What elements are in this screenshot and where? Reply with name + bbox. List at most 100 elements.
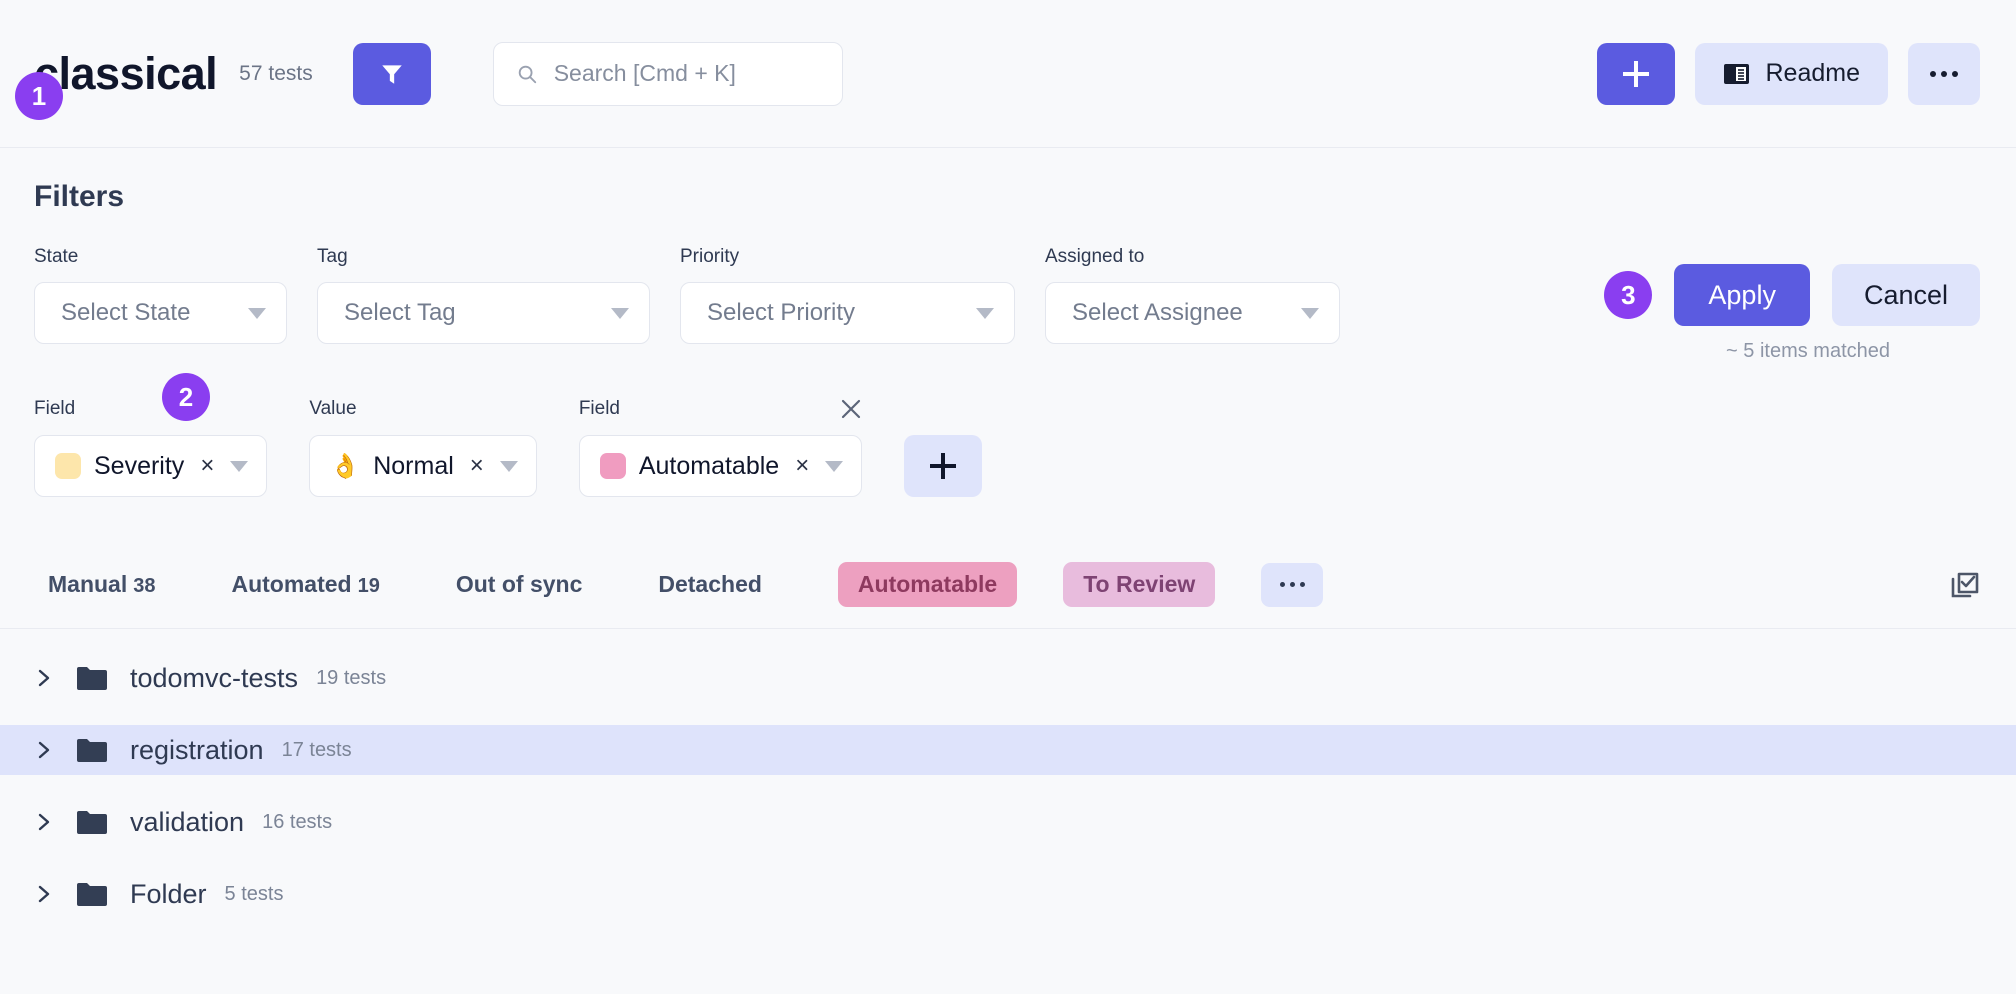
ellipsis-icon: [1289, 582, 1295, 587]
severity-clear-icon[interactable]: ×: [197, 454, 217, 478]
tab-manual-count: 38: [133, 575, 156, 597]
automatable-clear-icon[interactable]: ×: [792, 454, 812, 478]
items-matched-label: ~ 5 items matched: [1726, 340, 1890, 362]
search-input[interactable]: Search [Cmd + K]: [492, 41, 843, 106]
tag-select-value: Select Tag: [344, 299, 456, 326]
priority-select[interactable]: Select Priority: [680, 282, 1015, 344]
filters-heading: Filters: [34, 180, 125, 213]
chevron-down-icon: [1301, 307, 1319, 319]
value-normal-select[interactable]: 👌 Normal ×: [309, 435, 537, 497]
add-condition-button[interactable]: [904, 435, 983, 497]
chevron-right-icon[interactable]: [34, 668, 54, 688]
folder-name: Folder: [130, 878, 207, 909]
filters-panel: Filters State Select State Tag Select Ta…: [0, 148, 2016, 497]
chevron-down-icon: [230, 460, 249, 472]
tag-label: Tag: [317, 246, 348, 267]
chevron-down-icon: [499, 460, 518, 472]
step-badge-3: 3: [1604, 271, 1653, 319]
automatable-field-select[interactable]: Automatable ×: [578, 435, 863, 497]
tab-to-review[interactable]: To Review: [1063, 562, 1216, 607]
step-badge-2: 2: [162, 373, 210, 421]
folder-icon: [77, 667, 107, 690]
condition-field-severity: Field Severity × 2: [34, 373, 268, 497]
condition-field-label: Field: [34, 398, 76, 419]
tabs-more-button[interactable]: [1261, 562, 1324, 607]
tab-detached[interactable]: Detached: [658, 571, 762, 598]
tab-out-of-sync-label: Out of sync: [455, 571, 583, 597]
assignee-select[interactable]: Select Assignee: [1045, 282, 1340, 344]
condition-field-label: Field: [578, 398, 620, 419]
ok-hand-emoji-icon: 👌: [330, 452, 361, 480]
header-more-button[interactable]: [1908, 42, 1980, 105]
normal-chip-label: Normal: [373, 451, 454, 480]
book-icon: [1723, 63, 1749, 84]
filter-selects-row: State Select State Tag Select Tag Priori…: [34, 246, 1980, 363]
readme-label: Readme: [1765, 59, 1861, 87]
severity-color-swatch: [55, 453, 81, 479]
tab-automated[interactable]: Automated 19: [231, 571, 379, 598]
apply-button[interactable]: Apply: [1674, 264, 1810, 326]
state-label: State: [34, 246, 79, 267]
folder-name: registration: [130, 734, 264, 765]
checkbox-select-icon[interactable]: [1950, 570, 1980, 600]
folder-test-count: 16 tests: [262, 810, 333, 833]
priority-select-value: Select Priority: [707, 299, 856, 326]
table-row[interactable]: validation 16 tests: [0, 797, 2016, 847]
header-actions: Readme: [1596, 42, 1980, 105]
filter-group-state: State Select State: [34, 246, 287, 344]
chevron-down-icon: [611, 307, 629, 319]
condition-value-normal: Value 👌 Normal ×: [309, 397, 537, 497]
table-row[interactable]: Folder 5 tests: [0, 869, 2016, 919]
table-row[interactable]: registration 17 tests: [0, 725, 2016, 775]
condition-header: Value: [309, 397, 536, 421]
chevron-down-icon: [976, 307, 994, 319]
condition-header: Field: [34, 397, 267, 421]
folder-name: validation: [130, 806, 245, 837]
chevron-right-icon[interactable]: [34, 812, 54, 832]
state-select-value: Select State: [61, 299, 191, 326]
app-header: classical 57 tests 1 Search [Cmd + K] Re…: [0, 0, 2016, 148]
plus-icon: [930, 453, 957, 479]
folder-icon: [77, 883, 107, 906]
condition-header: Field: [579, 397, 862, 421]
ellipsis-icon: [1930, 70, 1936, 77]
search-icon: [518, 65, 536, 83]
normal-clear-icon[interactable]: ×: [467, 454, 487, 478]
filter-actions: 3 Apply Cancel ~ 5 items matched: [1604, 246, 1980, 363]
search-placeholder: Search [Cmd + K]: [553, 60, 736, 86]
add-button[interactable]: [1596, 42, 1675, 105]
chevron-right-icon[interactable]: [34, 884, 54, 904]
tab-automated-count: 19: [357, 575, 380, 597]
ellipsis-icon: [1299, 582, 1305, 587]
chevron-right-icon[interactable]: [34, 740, 54, 760]
table-row[interactable]: todomvc-tests 19 tests: [0, 653, 2016, 703]
tab-manual-label: Manual: [48, 571, 128, 597]
severity-field-select[interactable]: Severity ×: [34, 435, 268, 497]
filter-group-assignee: Assigned to Select Assignee: [1045, 246, 1340, 344]
state-select[interactable]: Select State: [34, 282, 287, 344]
severity-chip-label: Severity: [94, 451, 185, 480]
filter-toggle-button[interactable]: [352, 42, 431, 105]
folder-test-count: 17 tests: [281, 738, 352, 761]
tab-detached-label: Detached: [658, 571, 762, 597]
tab-out-of-sync[interactable]: Out of sync: [456, 571, 583, 598]
tab-automated-label: Automated: [231, 571, 352, 597]
assigned-to-label: Assigned to: [1045, 246, 1145, 267]
folder-name: todomvc-tests: [130, 662, 299, 693]
tab-automatable[interactable]: Automatable: [837, 562, 1018, 607]
condition-field-automatable: Field Automatable ×: [578, 397, 863, 497]
tag-select[interactable]: Select Tag: [317, 282, 650, 344]
filter-actions-row: 3 Apply Cancel: [1604, 264, 1980, 326]
ellipsis-icon: [1952, 70, 1958, 77]
filter-tabs-bar: Manual 38 Automated 19 Out of sync Detache…: [0, 541, 2016, 629]
tab-manual[interactable]: Manual 38: [48, 571, 155, 598]
ellipsis-icon: [1941, 70, 1947, 77]
assignee-select-value: Select Assignee: [1072, 299, 1243, 326]
readme-button[interactable]: Readme: [1694, 42, 1888, 105]
close-icon[interactable]: [840, 398, 862, 420]
step-badge-1: 1: [15, 72, 63, 120]
cancel-button[interactable]: Cancel: [1831, 264, 1980, 326]
automatable-chip-label: Automatable: [638, 451, 780, 480]
condition-value-label: Value: [309, 398, 357, 419]
automatable-color-swatch: [599, 453, 626, 479]
